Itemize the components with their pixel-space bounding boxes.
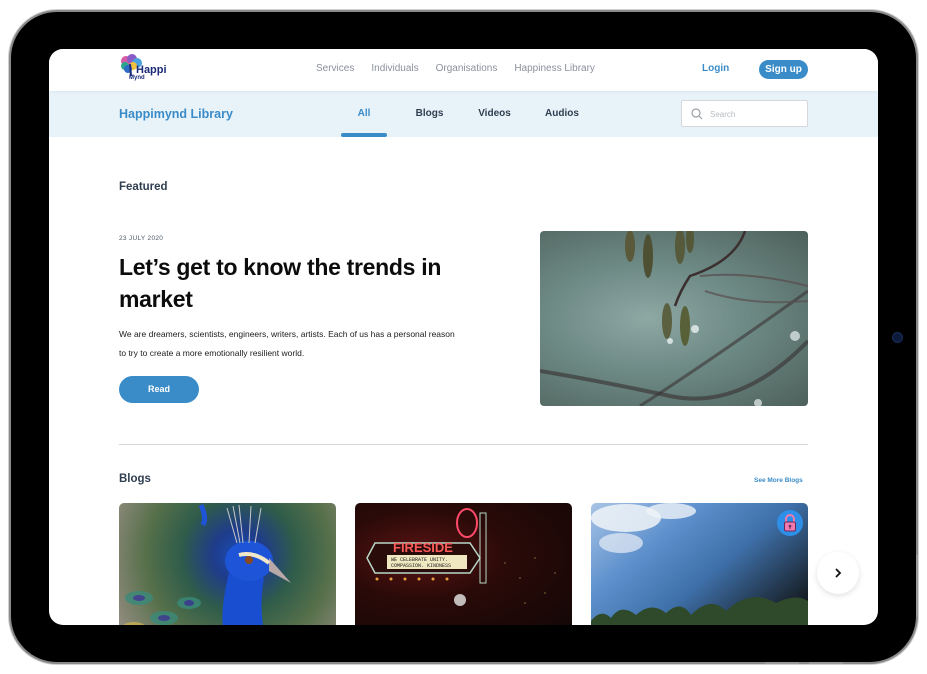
logo-subtext: Mynd (129, 75, 145, 81)
see-more-blogs-link[interactable]: See More Blogs (754, 477, 803, 484)
featured-headline: Let’s get to know the trends in market (119, 254, 442, 312)
peacock-photo-illustration (123, 503, 291, 625)
top-navbar: Happi Mynd Services Individuals Organisa… (49, 49, 878, 91)
tab-blogs[interactable]: Blogs (397, 91, 462, 137)
featured-heading: Featured (119, 181, 168, 193)
tab-all[interactable]: All (341, 91, 387, 137)
library-bar: Happimynd Library All Blogs Videos Audio… (49, 91, 878, 137)
screen: Happi Mynd Services Individuals Organisa… (49, 49, 878, 625)
blogs-heading: Blogs (119, 473, 151, 485)
lock-icon (784, 514, 796, 532)
svg-text:COMPASSION. KINDNESS: COMPASSION. KINDNESS (391, 563, 451, 569)
featured-date: 23 JULY 2020 (119, 235, 164, 242)
nav-link-happiness-library[interactable]: Happiness Library (514, 63, 595, 74)
happimynd-logo[interactable]: Happi Mynd (119, 54, 169, 86)
nav-link-individuals[interactable]: Individuals (371, 63, 418, 74)
fireside-sign-photo-illustration: FIRESIDE WE CELEBRATE UNITY. COMPASSION.… (366, 508, 556, 606)
locked-badge (777, 510, 803, 536)
blog-card-fireside[interactable]: FIRESIDE WE CELEBRATE UNITY. COMPASSION.… (355, 503, 572, 625)
search-icon (691, 108, 703, 120)
featured-image-branch-raindrops[interactable] (540, 231, 808, 406)
volume-button (765, 662, 799, 664)
blog-card-sky-locked[interactable] (591, 503, 808, 625)
featured-description: We are dreamers, scientists, engineers, … (119, 329, 455, 358)
chevron-right-icon (835, 568, 842, 578)
library-tabs: All Blogs Videos Audios (341, 91, 597, 137)
tab-audios[interactable]: Audios (527, 91, 597, 137)
next-carousel-button[interactable] (817, 552, 859, 594)
nav-link-services[interactable]: Services (316, 63, 354, 74)
search-box[interactable] (681, 100, 808, 127)
search-input[interactable] (710, 106, 800, 122)
login-link[interactable]: Login (702, 63, 729, 74)
fireside-sign-text: FIRESIDE (393, 540, 453, 555)
nav-link-organisations[interactable]: Organisations (436, 63, 498, 74)
section-divider (119, 444, 808, 445)
signup-button[interactable]: Sign up (759, 60, 808, 79)
blog-card-peacock[interactable] (119, 503, 336, 625)
sky-trees-photo-illustration (591, 503, 808, 625)
front-camera (892, 332, 903, 343)
tab-videos[interactable]: Videos (462, 91, 527, 137)
read-button[interactable]: Read (119, 376, 199, 403)
power-button (916, 555, 918, 617)
library-title: Happimynd Library (119, 107, 233, 121)
main-nav-links: Services Individuals Organisations Happi… (316, 63, 595, 74)
volume-button (809, 662, 843, 664)
branch-photo-illustration (540, 231, 808, 406)
